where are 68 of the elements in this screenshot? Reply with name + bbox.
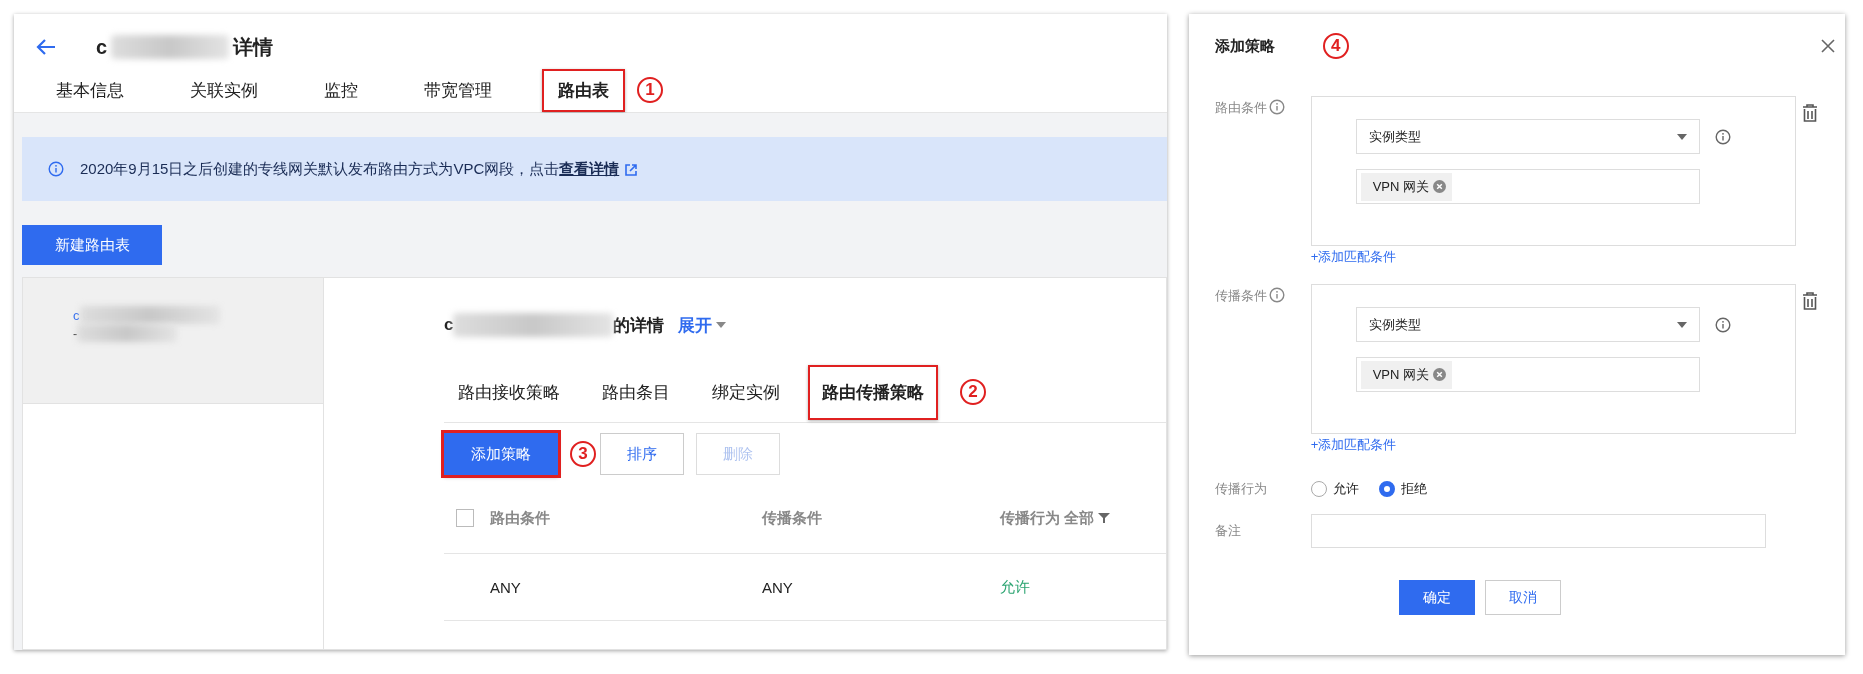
column-header: 传播条件	[762, 508, 823, 528]
step-number: 2	[960, 379, 986, 405]
route-table-item[interactable]: c -	[23, 278, 323, 404]
filter-icon[interactable]	[1098, 512, 1110, 524]
tab[interactable]: 路由表	[542, 68, 625, 112]
tab[interactable]: 路由接收策略	[444, 364, 574, 420]
radio-option[interactable]: 拒绝	[1378, 480, 1427, 498]
tag: VPN 网关	[1360, 360, 1453, 389]
info-icon	[48, 161, 64, 177]
tag-input-field[interactable]: VPN 网关	[1355, 357, 1700, 392]
caret-icon[interactable]	[1676, 133, 1687, 140]
tab[interactable]: 路由条目	[588, 364, 684, 420]
trash-icon[interactable]	[1801, 292, 1818, 310]
trash-icon[interactable]	[1801, 104, 1818, 122]
notice-text: 2020年9月15日之后创建的专线网关默认发布路由方式为VPC网段，点击查看详情	[80, 159, 638, 179]
filter-label[interactable]: 全部	[1064, 508, 1094, 528]
close-icon[interactable]	[1821, 39, 1835, 53]
detail-title: c	[444, 315, 454, 335]
field-label: 传播行为	[1214, 480, 1267, 498]
route-table-name: c	[73, 307, 80, 323]
column-header: 传播行为	[1000, 508, 1060, 528]
table-cell-text: ANY	[490, 578, 522, 596]
dialog-button[interactable]: 取消	[1484, 580, 1561, 615]
tab[interactable]: 监控	[308, 68, 374, 112]
external-link-icon[interactable]	[625, 163, 638, 176]
field-label: 路由条件	[1214, 99, 1267, 117]
table-cell-text: ANY	[762, 578, 794, 596]
info-icon	[1714, 316, 1731, 333]
field-label: 备注	[1214, 522, 1241, 540]
step-number: 3	[570, 441, 596, 467]
type-select[interactable]: 实例类型	[1355, 307, 1700, 342]
caret-icon[interactable]	[716, 322, 727, 328]
page-title: c	[96, 35, 108, 59]
info-icon	[1268, 287, 1285, 303]
tab[interactable]: 关联实例	[174, 68, 274, 112]
remove-icon[interactable]	[1433, 368, 1447, 381]
radio-option[interactable]: 允许	[1310, 480, 1359, 498]
step-number: 1	[637, 77, 663, 103]
toolbar-button[interactable]: 排序	[600, 433, 684, 475]
dialog-title: 添加策略	[1214, 36, 1275, 56]
info-icon	[1268, 99, 1285, 115]
add-condition-link[interactable]: +添加匹配条件	[1310, 436, 1397, 454]
dialog-button[interactable]: 确定	[1398, 580, 1475, 615]
detail-title: 的详情	[613, 314, 665, 337]
table-cell: 允许	[1000, 577, 1030, 597]
tag-input-field[interactable]: VPN 网关	[1355, 169, 1700, 204]
type-select[interactable]: 实例类型	[1355, 119, 1700, 154]
back-arrow-icon[interactable]	[36, 38, 56, 56]
remark-input-field[interactable]	[1310, 514, 1766, 548]
route-table-id: -	[73, 325, 78, 341]
remove-icon[interactable]	[1433, 180, 1447, 193]
tag: VPN 网关	[1360, 172, 1453, 201]
column-header: 路由条件	[490, 508, 551, 528]
caret-icon[interactable]	[1676, 321, 1687, 328]
select-all-checkbox[interactable]	[456, 509, 474, 527]
tab[interactable]: 带宽管理	[408, 68, 508, 112]
create-route-table-button[interactable]: 新建路由表	[22, 225, 162, 265]
toolbar-button[interactable]: 添加策略	[444, 433, 558, 475]
step-number: 4	[1322, 33, 1349, 59]
tab[interactable]: 路由传播策略	[808, 364, 938, 420]
details-link[interactable]: 查看详情	[559, 159, 638, 177]
add-condition-link[interactable]: +添加匹配条件	[1310, 248, 1397, 266]
tab[interactable]: 绑定实例	[698, 364, 794, 420]
page-title: 详情	[233, 34, 274, 60]
tab[interactable]: 基本信息	[40, 68, 140, 112]
expand-toggle[interactable]: 展开	[678, 313, 727, 337]
field-label: 传播条件	[1214, 287, 1267, 305]
info-icon	[1714, 128, 1731, 145]
